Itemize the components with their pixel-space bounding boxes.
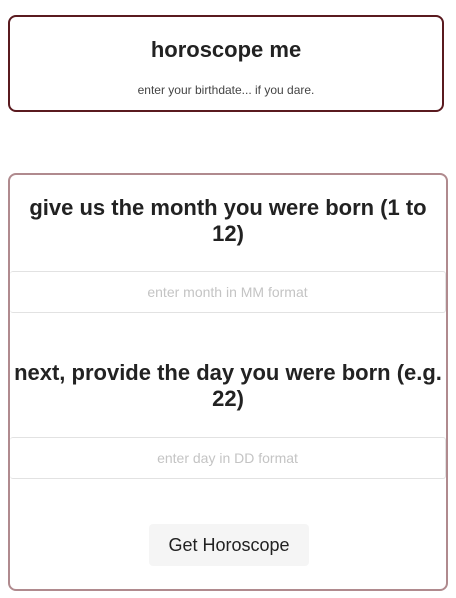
month-question: give us the month you were born (1 to 12… [29,195,427,246]
page-subtitle: enter your birthdate... if you dare. [137,83,315,97]
month-input[interactable] [10,271,446,313]
page-title: horoscope me [150,37,302,62]
day-question: next, provide the day you were born (e.g… [14,360,442,411]
get-horoscope-button[interactable]: Get Horoscope [149,524,309,566]
day-input[interactable] [10,437,446,479]
header-card: horoscope me enter your birthdate... if … [8,15,444,112]
birthdate-form: give us the month you were born (1 to 12… [8,173,448,591]
